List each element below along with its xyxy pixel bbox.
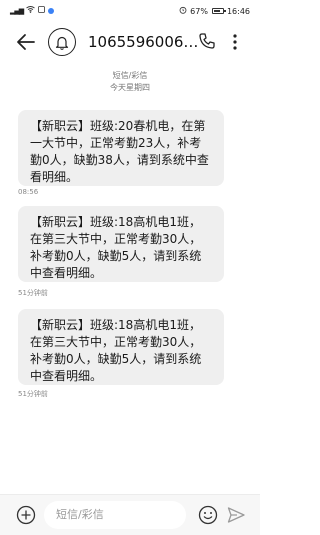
battery-percent: 67%	[190, 6, 208, 16]
nfc-icon	[38, 6, 46, 15]
send-button[interactable]	[226, 505, 246, 525]
cellular-signal-icon: ▂▄▆	[10, 6, 24, 15]
composer-bar: 短信/彩信	[0, 494, 260, 535]
contact-number[interactable]: 1065596006…	[88, 33, 198, 51]
message-input[interactable]: 短信/彩信	[44, 501, 186, 529]
emoji-button[interactable]	[198, 505, 218, 525]
status-left: ▂▄▆	[10, 6, 55, 15]
message-bubble[interactable]: 【新职云】班级:18高机电1班，在第三大节中，正常考勤30人，补考勤0人，缺勤5…	[18, 206, 224, 282]
send-icon	[227, 507, 245, 523]
messaging-screen: ▂▄▆ 67% 16:46 1065596006… 短信/彩信 今天星期四 【新…	[0, 0, 260, 535]
message-time: 08:56	[18, 188, 39, 196]
channel-label: 短信/彩信	[112, 71, 148, 80]
conversation-meta: 短信/彩信 今天星期四	[0, 70, 260, 94]
conversation-header: 1065596006…	[0, 24, 260, 62]
message-time: 51分钟前	[18, 390, 48, 398]
wifi-icon	[26, 6, 35, 15]
more-options-button[interactable]	[230, 32, 240, 52]
more-vertical-icon	[233, 34, 237, 50]
call-button[interactable]	[198, 32, 216, 50]
day-label: 今天星期四	[110, 83, 150, 92]
battery-icon	[211, 8, 226, 14]
message-bubble[interactable]: 【新职云】班级:18高机电1班，在第三大节中，正常考勤30人，补考勤0人，缺勤5…	[18, 309, 224, 385]
back-arrow-icon	[17, 34, 35, 50]
bell-icon	[55, 36, 69, 50]
contact-avatar[interactable]	[48, 28, 76, 56]
status-right: 67% 16:46	[179, 6, 250, 16]
status-bar: ▂▄▆ 67% 16:46	[0, 0, 260, 22]
message-time: 51分钟前	[18, 289, 48, 297]
add-attachment-button[interactable]	[16, 505, 36, 525]
message-bubble[interactable]: 【新职云】班级:20春机电，在第一大节中，正常考勤23人，补考勤0人，缺勤38人…	[18, 110, 224, 186]
back-button[interactable]	[14, 30, 38, 54]
notification-dot-icon	[48, 7, 55, 14]
phone-icon	[199, 33, 215, 49]
smiley-icon	[198, 505, 218, 525]
plus-circle-icon	[16, 505, 36, 525]
alarm-icon	[179, 6, 187, 16]
clock-time: 16:46	[226, 6, 250, 16]
